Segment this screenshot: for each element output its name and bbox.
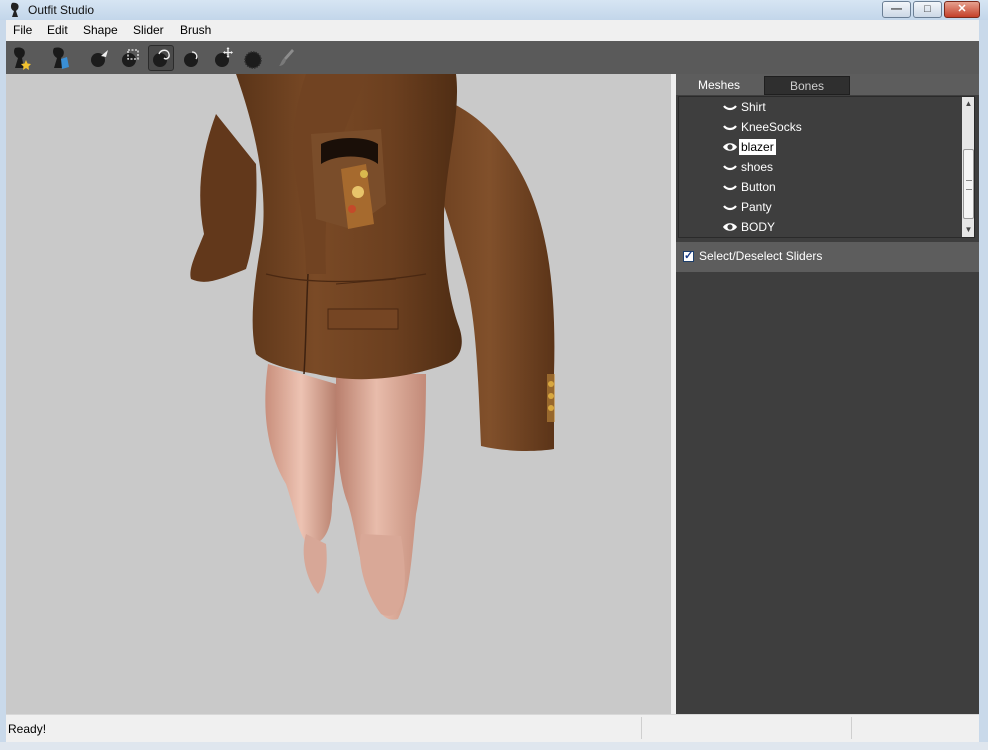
select-sliders-label[interactable]: Select/Deselect Sliders [699, 249, 822, 263]
menu-brush[interactable]: Brush [180, 23, 211, 37]
mask-brush-button[interactable] [117, 45, 143, 71]
mesh-label: Shirt [741, 100, 766, 114]
move-brush-button[interactable] [210, 45, 236, 71]
menu-slider[interactable]: Slider [133, 23, 164, 37]
3d-viewport[interactable] [6, 74, 671, 714]
close-icon: ✕ [957, 3, 967, 15]
menu-bar: File Edit Shape Slider Brush [6, 20, 979, 41]
window-title: Outfit Studio [28, 3, 95, 17]
title-bar[interactable]: Outfit Studio — □ ✕ [0, 0, 988, 20]
eye-open-icon[interactable] [721, 140, 739, 154]
mesh-label: Button [741, 180, 776, 194]
maximize-button[interactable]: □ [913, 1, 942, 18]
scroll-thumb[interactable] [963, 149, 974, 219]
toolbar [6, 41, 979, 74]
inflate-brush-button[interactable] [148, 45, 174, 71]
eye-closed-icon[interactable] [721, 180, 739, 194]
slider-select-bar: ✓ Select/Deselect Sliders [676, 242, 979, 272]
menu-shape[interactable]: Shape [83, 23, 118, 37]
model-render [190, 74, 555, 620]
mesh-item-kneesocks[interactable]: KneeSocks [679, 117, 959, 137]
scroll-up-icon[interactable]: ▲ [962, 97, 974, 111]
mesh-label: BODY [741, 220, 776, 234]
eye-closed-icon[interactable] [721, 200, 739, 214]
select-brush-icon [91, 50, 108, 67]
mesh-label: Panty [741, 200, 772, 214]
outfit-studio-window: Outfit Studio — □ ✕ File Edit Shape Slid… [0, 0, 988, 750]
close-button[interactable]: ✕ [944, 1, 980, 18]
deflate-brush-button[interactable] [179, 45, 205, 71]
mesh-item-button[interactable]: Button [679, 177, 959, 197]
inflate-brush-icon [153, 49, 170, 67]
reference-view-icon [53, 47, 69, 69]
select-brush-button[interactable] [86, 45, 112, 71]
minimize-button[interactable]: — [882, 1, 911, 18]
mesh-label: KneeSocks [741, 120, 802, 134]
maximize-icon: □ [924, 3, 931, 15]
deflate-brush-icon [184, 51, 198, 67]
menu-edit[interactable]: Edit [47, 23, 68, 37]
status-separator [851, 717, 852, 739]
menu-file[interactable]: File [13, 23, 32, 37]
weight-paint-button[interactable] [273, 45, 299, 71]
mesh-item-shoes[interactable]: shoes [679, 157, 959, 177]
mesh-list[interactable]: Shirt KneeSocks blazer shoes Button Pant… [678, 96, 975, 238]
status-separator [641, 717, 642, 739]
eye-closed-icon[interactable] [721, 160, 739, 174]
smooth-brush-icon [244, 51, 262, 69]
right-panel: Meshes Bones Shirt KneeSocks blazer shoe… [676, 74, 979, 714]
mesh-item-blazer[interactable]: blazer [679, 137, 959, 157]
eye-closed-icon[interactable] [721, 120, 739, 134]
reference-view-button[interactable] [48, 45, 74, 71]
mesh-label: shoes [741, 160, 774, 174]
weight-paint-icon [279, 49, 294, 66]
background-strip [0, 742, 988, 750]
eye-closed-icon[interactable] [721, 100, 739, 114]
smooth-brush-button[interactable] [241, 45, 267, 71]
move-brush-icon [215, 47, 233, 67]
mesh-item-body[interactable]: BODY [679, 217, 959, 237]
mask-brush-icon [122, 49, 139, 67]
tabs-strip: Meshes Bones [676, 74, 979, 95]
minimize-icon: — [891, 3, 902, 15]
checkmark-icon: ✓ [684, 250, 694, 262]
mesh-item-panty[interactable]: Panty [679, 197, 959, 217]
outfit-view-icon [14, 47, 31, 70]
select-sliders-checkbox[interactable]: ✓ [683, 250, 694, 262]
grip-icon [966, 180, 972, 190]
tab-meshes[interactable]: Meshes [676, 76, 762, 95]
outfit-view-button[interactable] [9, 45, 35, 71]
mesh-item-shirt[interactable]: Shirt [679, 97, 959, 117]
mesh-label: blazer [739, 139, 776, 155]
app-icon [10, 2, 19, 18]
status-bar: Ready! [6, 714, 979, 743]
tab-bones[interactable]: Bones [764, 76, 850, 95]
status-text: Ready! [8, 722, 47, 736]
mesh-list-scrollbar[interactable]: ▲ ▼ [962, 97, 974, 237]
scroll-down-icon[interactable]: ▼ [962, 223, 974, 237]
eye-open-icon[interactable] [721, 220, 739, 234]
